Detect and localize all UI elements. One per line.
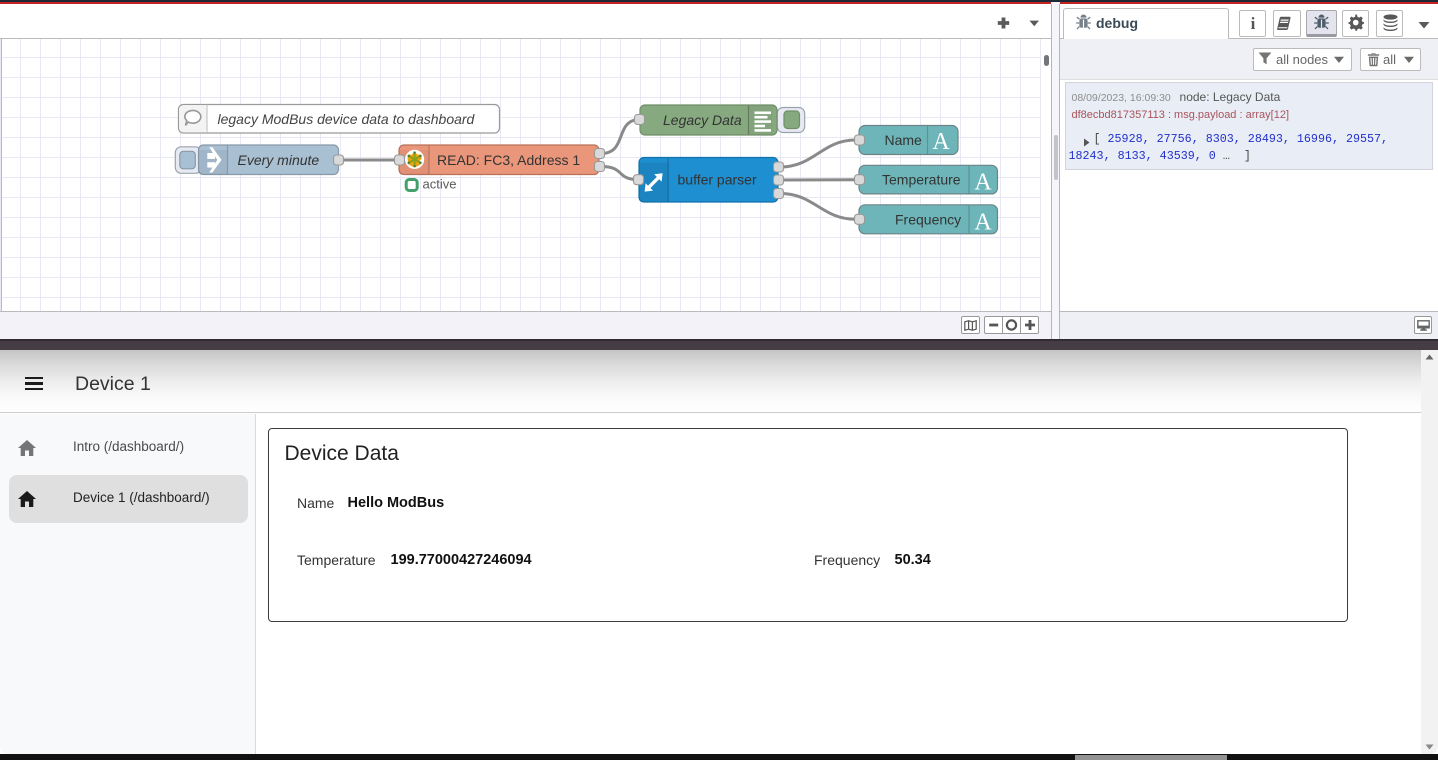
svg-text:Frequency: Frequency: [895, 211, 961, 227]
svg-text:READ: FC3, Address 1: READ: FC3, Address 1: [437, 152, 580, 168]
svg-text:buffer parser: buffer parser: [678, 172, 757, 188]
svg-text:Name: Name: [885, 132, 923, 148]
svg-text:A: A: [974, 210, 992, 236]
svg-text:active: active: [423, 176, 457, 191]
svg-text:Every minute: Every minute: [238, 152, 320, 168]
svg-text:A: A: [974, 170, 992, 196]
svg-text:Legacy Data: Legacy Data: [663, 112, 742, 128]
svg-text:legacy ModBus device data to d: legacy ModBus device data to dashboard: [218, 111, 476, 127]
svg-text:A: A: [932, 129, 950, 155]
svg-text:Temperature: Temperature: [882, 172, 961, 188]
